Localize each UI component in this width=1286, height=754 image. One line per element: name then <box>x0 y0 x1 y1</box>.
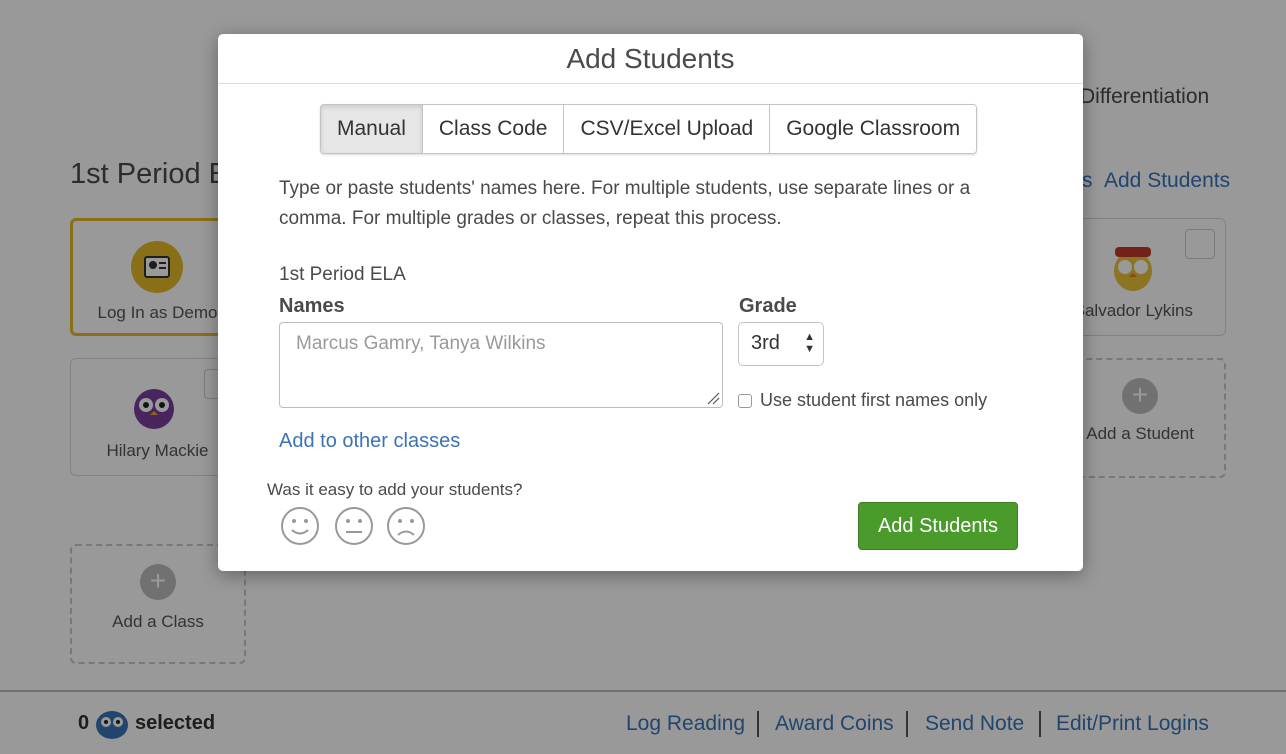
grade-select[interactable]: 3rd ▲ ▼ <box>738 322 824 366</box>
select-arrows-icon: ▲ ▼ <box>804 331 815 355</box>
grade-selected-value: 3rd <box>751 332 780 354</box>
neutral-face-icon[interactable] <box>334 506 374 546</box>
add-method-tabs: Manual Class Code CSV/Excel Upload Googl… <box>320 104 978 154</box>
sad-face-icon[interactable] <box>386 506 426 546</box>
add-to-other-classes-link[interactable]: Add to other classes <box>279 430 460 453</box>
resize-grip-icon[interactable] <box>706 391 720 405</box>
names-label: Names <box>279 295 345 317</box>
grade-label: Grade <box>739 295 797 317</box>
class-name-label: 1st Period ELA <box>279 264 406 285</box>
modal-header: Add Students <box>218 34 1083 84</box>
first-names-only-checkbox[interactable] <box>738 394 752 408</box>
add-students-modal: Add Students Manual Class Code CSV/Excel… <box>218 34 1083 571</box>
modal-title: Add Students <box>566 43 735 74</box>
tab-google-classroom[interactable]: Google Classroom <box>769 105 977 153</box>
names-textarea[interactable] <box>279 322 723 408</box>
tab-csv-excel-upload[interactable]: CSV/Excel Upload <box>563 105 770 153</box>
instructions-text: Type or paste students' names here. For … <box>279 178 971 229</box>
add-students-button[interactable]: Add Students <box>858 502 1018 550</box>
first-names-only-label[interactable]: Use student first names only <box>760 390 987 411</box>
tab-manual[interactable]: Manual <box>321 105 422 153</box>
happy-face-icon[interactable] <box>280 506 320 546</box>
tab-class-code[interactable]: Class Code <box>421 105 564 153</box>
feedback-question: Was it easy to add your students? <box>267 480 523 499</box>
